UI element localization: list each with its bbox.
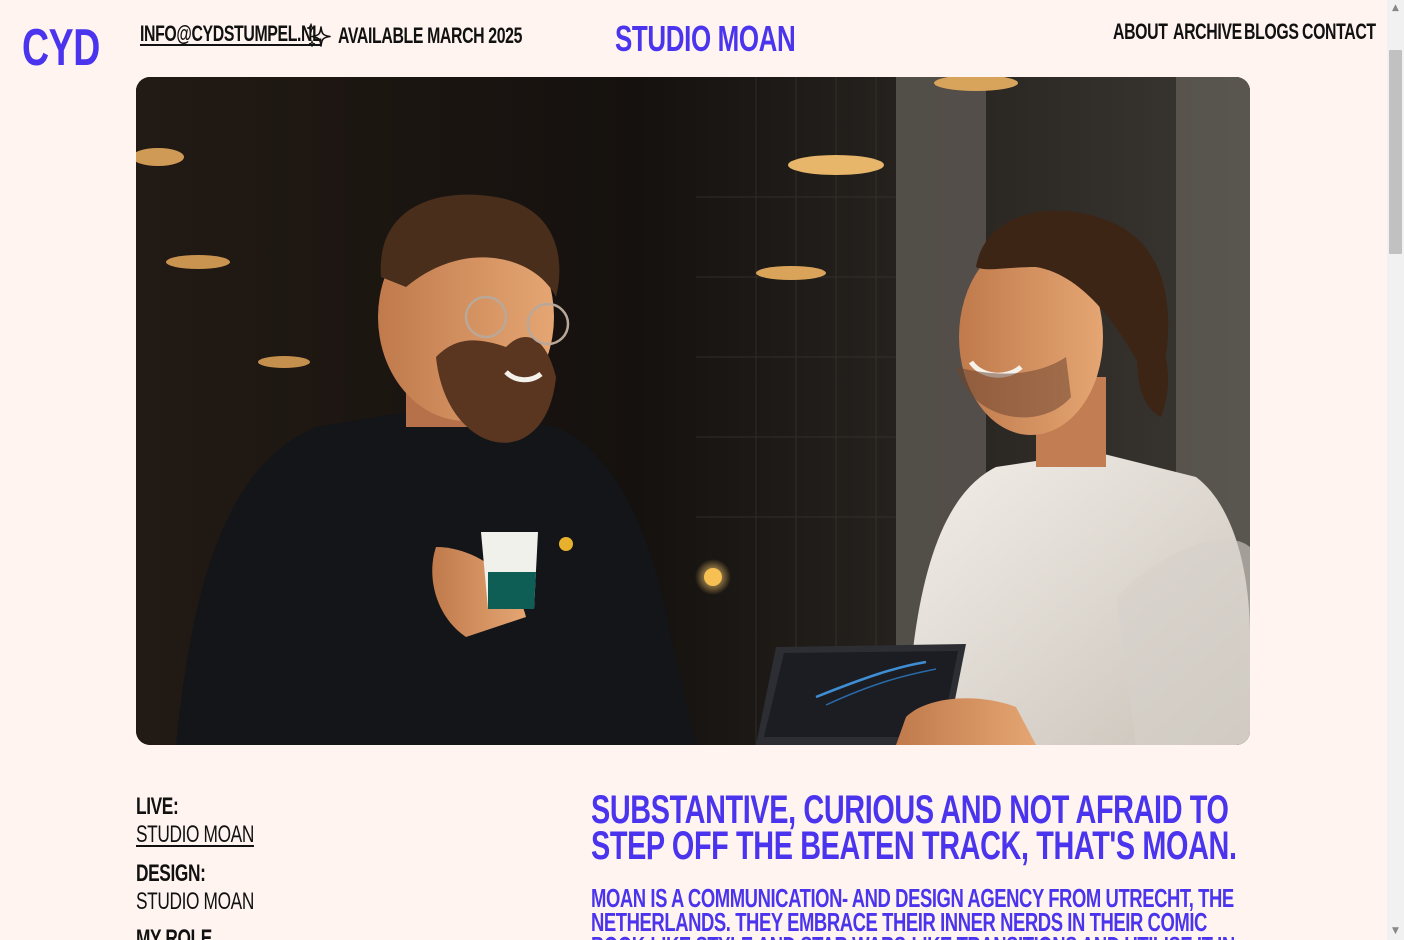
sparkle-icon (306, 23, 331, 47)
design-label: DESIGN: (136, 860, 206, 887)
project-headline: SUBSTANTIVE, CURIOUS AND NOT AFRAID TO S… (591, 788, 1237, 868)
scroll-up-arrow-icon[interactable]: ▲ (1387, 0, 1404, 17)
availability-text: AVAILABLE MARCH 2025 (338, 23, 523, 48)
design-value: STUDIO MOAN (136, 888, 254, 915)
hero-image (136, 77, 1250, 745)
nav-about[interactable]: ABOUT (1113, 20, 1168, 44)
hero-photo (136, 77, 1250, 745)
scrollbar[interactable]: ▲ ▼ (1387, 0, 1404, 940)
nav-blogs[interactable]: BLOGS (1244, 20, 1299, 44)
nav-contact[interactable]: CONTACT (1302, 20, 1376, 44)
page-title: STUDIO MOAN (615, 18, 796, 59)
nav-archive[interactable]: ARCHIVE (1173, 20, 1242, 44)
logo[interactable]: CYD (22, 22, 100, 74)
live-link[interactable]: STUDIO MOAN (136, 822, 254, 848)
project-description: MOAN IS A COMMUNICATION- AND DESIGN AGEN… (591, 883, 1235, 940)
scroll-down-arrow-icon[interactable]: ▼ (1387, 923, 1404, 940)
live-label: LIVE: (136, 793, 179, 820)
email-link[interactable]: INFO@CYDSTUMPEL.NL (140, 22, 322, 46)
scroll-thumb[interactable] (1389, 50, 1402, 254)
role-label: MY ROLE (136, 925, 212, 940)
page: CYD INFO@CYDSTUMPEL.NL AVAILABLE MARCH 2… (0, 0, 1387, 940)
